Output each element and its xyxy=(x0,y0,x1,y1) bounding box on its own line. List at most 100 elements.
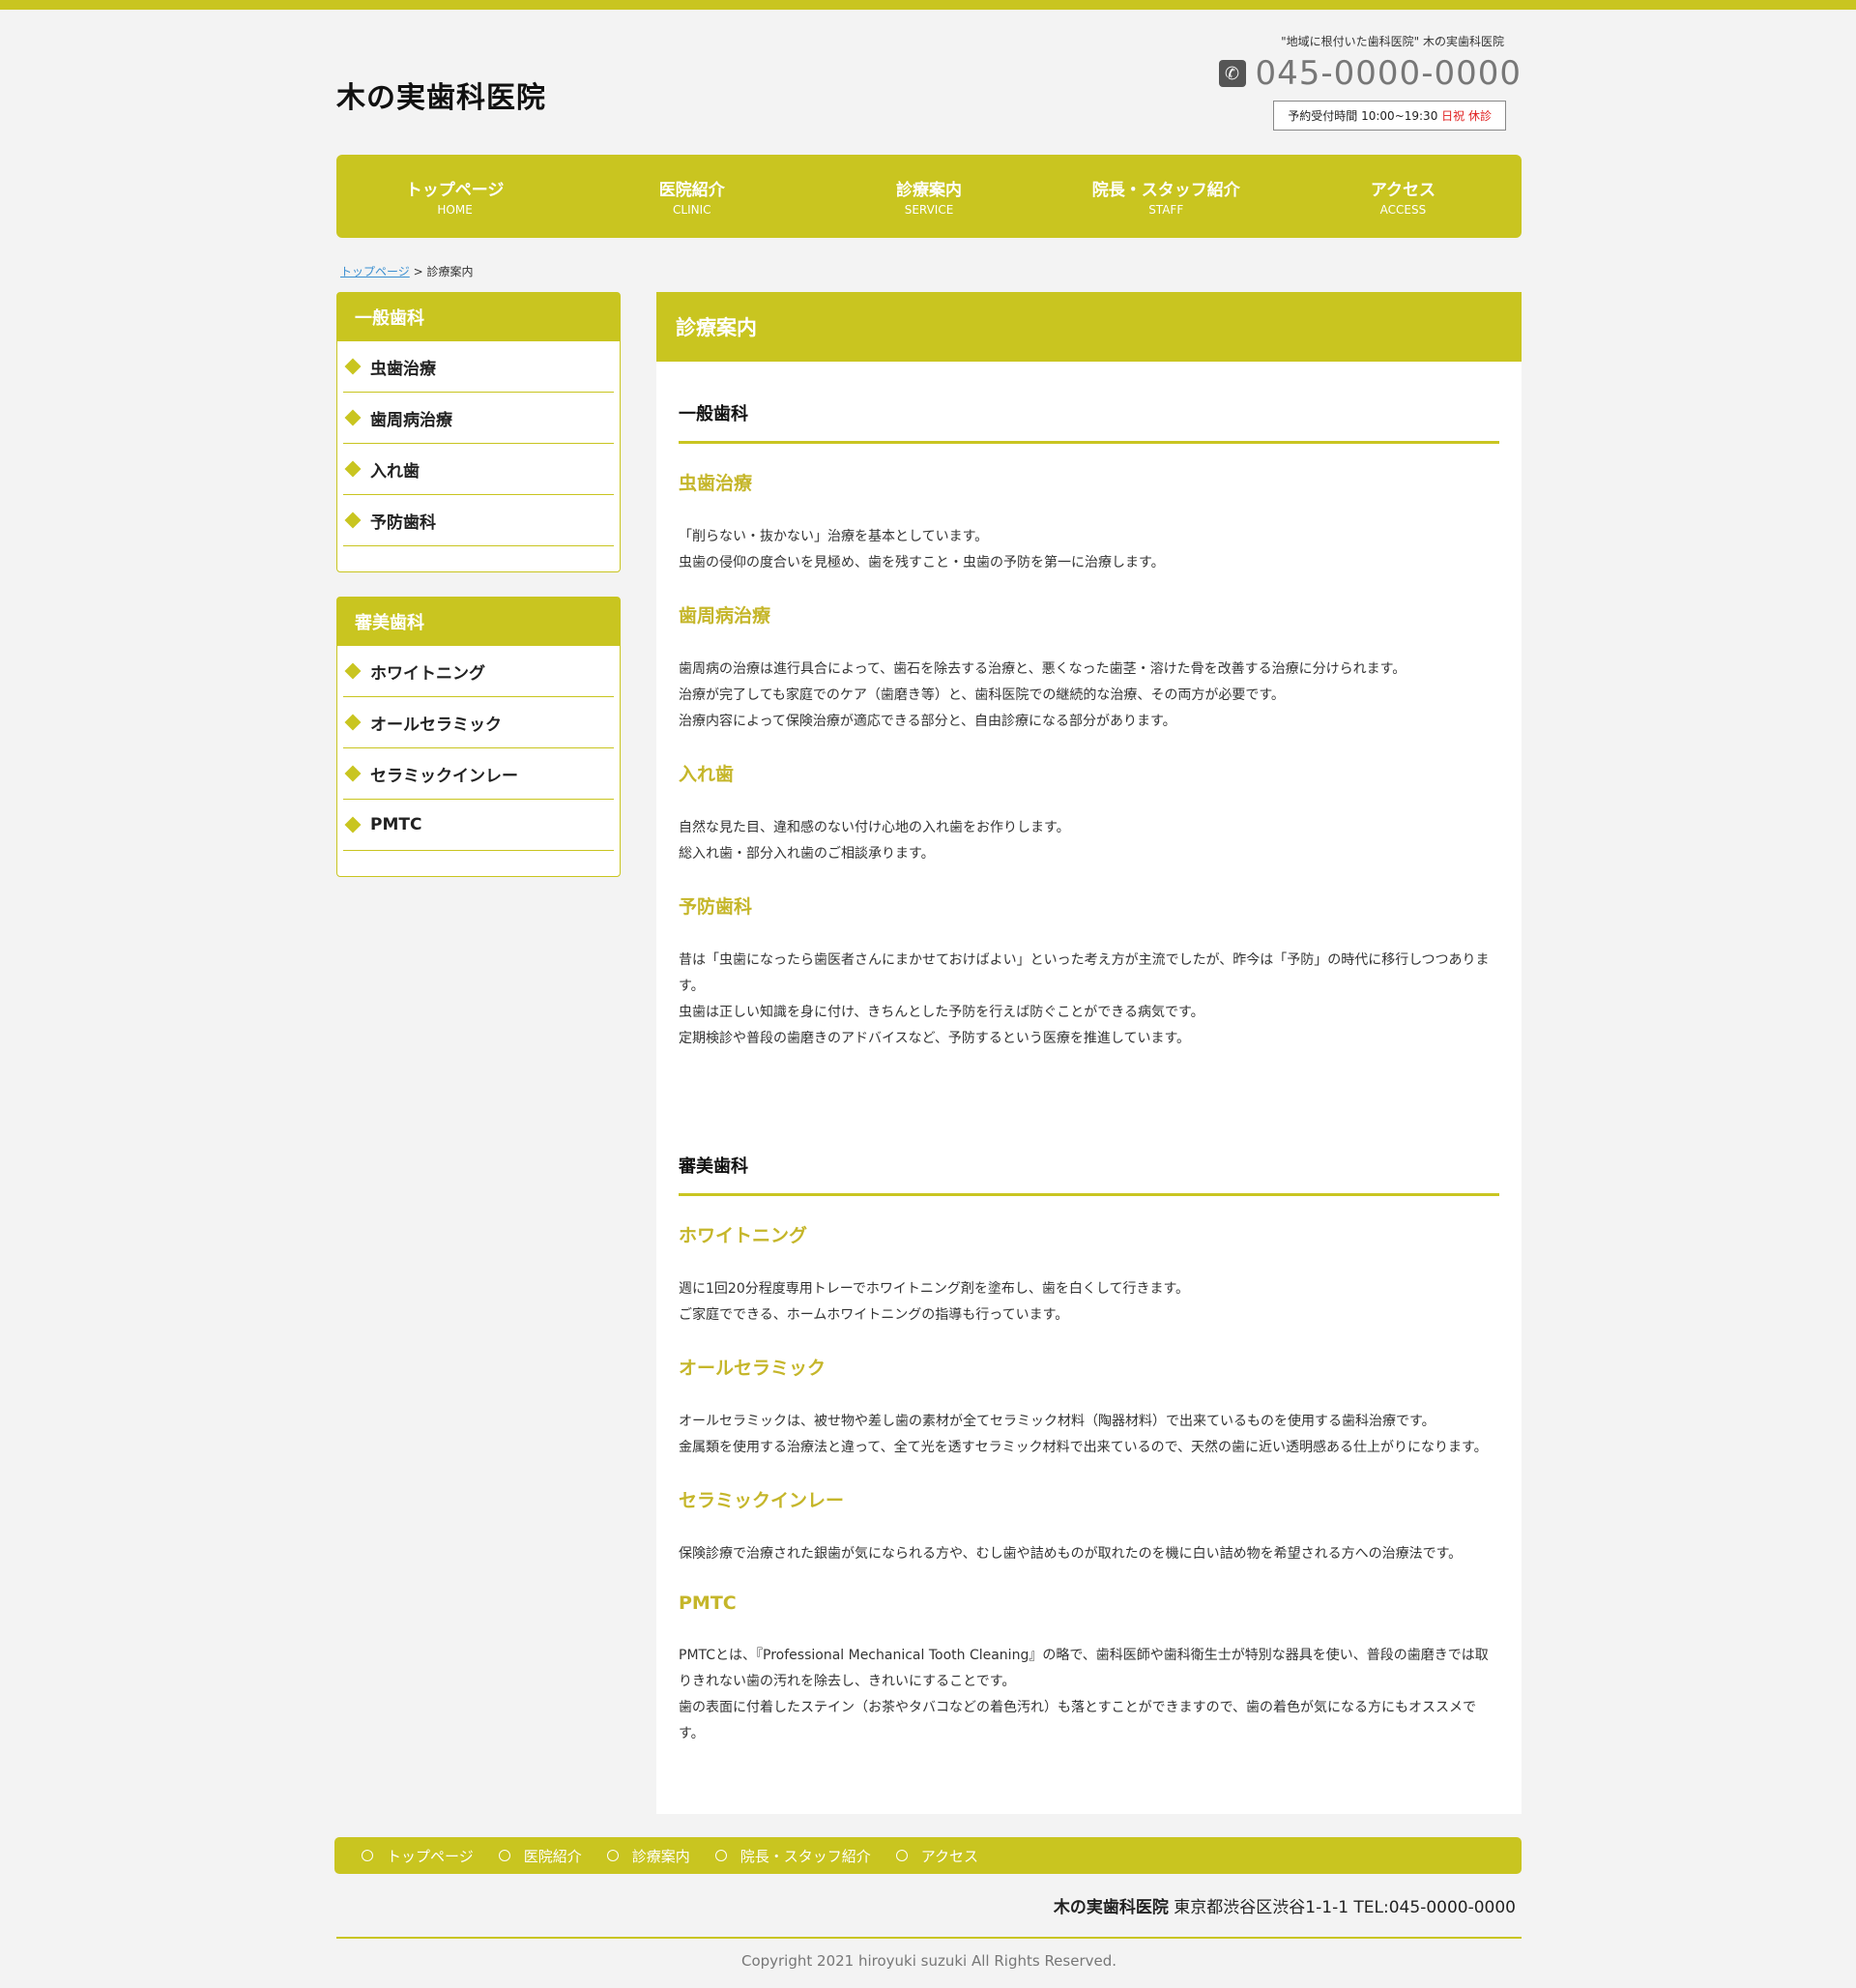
subsection-text: 自然な見た目、違和感のない付け心地の入れ歯をお作りします。 総入れ歯・部分入れ歯… xyxy=(679,815,1499,867)
site-title[interactable]: 木の実歯科医院 xyxy=(336,73,546,116)
diamond-bullet-icon xyxy=(344,512,362,529)
sidebar-item-label: 予防歯科 xyxy=(370,512,436,533)
sidebar-item-denture[interactable]: 入れ歯 xyxy=(343,444,614,495)
subsection-text: 週に1回20分程度専用トレーでホワイトニング剤を塗布し、歯を白くして行きます。 … xyxy=(679,1276,1499,1329)
footer-nav-label: トップページ xyxy=(387,1847,474,1865)
footer-clinic-name: 木の実歯科医院 xyxy=(1053,1898,1169,1917)
diamond-bullet-icon xyxy=(344,358,362,375)
sidebar-item-label: 虫歯治療 xyxy=(370,359,436,379)
footer-nav-clinic[interactable]: 医院紹介 xyxy=(498,1846,582,1866)
text-line: 虫歯は正しい知識を身に付け、きちんとした予防を行えば防ぐことができる病気です。 xyxy=(679,1005,1204,1020)
tagline: "地域に根付いた歯科医院" 木の実歯科医院 xyxy=(1281,35,1504,48)
footer-address-text: 東京都渋谷区渋谷1-1-1 TEL:045-0000-0000 xyxy=(1174,1898,1516,1917)
nav-label: 診療案内 xyxy=(896,181,962,200)
sidebar-item-whitening[interactable]: ホワイトニング xyxy=(343,646,614,697)
footer-divider xyxy=(336,1937,1522,1939)
subsection-title: 虫歯治療 xyxy=(679,473,753,494)
sidebar-item-label: オールセラミック xyxy=(370,715,502,735)
diamond-bullet-icon xyxy=(344,460,362,478)
nav-label: トップページ xyxy=(405,181,505,200)
nav-item-service[interactable]: 診療案内 SERVICE xyxy=(810,155,1047,238)
page-wrapper: 木の実歯科医院 "地域に根付いた歯科医院" 木の実歯科医院 ✆ 045-0000… xyxy=(334,0,1522,1970)
reception-hours: 予約受付時間 10:00~19:30 日祝 休診 xyxy=(1273,101,1506,131)
diamond-bullet-icon xyxy=(344,714,362,731)
subsection-title: オールセラミック xyxy=(679,1358,826,1379)
main-body: 一般歯科 虫歯治療 「削らない・抜かない」治療を基本としています。 虫歯の侵仰の… xyxy=(656,362,1522,1747)
text-line: 「削らない・抜かない」治療を基本としています。 xyxy=(679,529,989,544)
breadcrumb: トップページ > 診療案内 xyxy=(340,263,474,279)
breadcrumb-home-link[interactable]: トップページ xyxy=(340,265,410,278)
footer-nav-service[interactable]: 診療案内 xyxy=(606,1846,690,1866)
sidebar-general: 一般歯科 虫歯治療 歯周病治療 入れ歯 予防歯科 xyxy=(336,292,621,572)
text-line: 金属類を使用する治療法と違って、全て光を透すセラミック材料で出来ているので、天然… xyxy=(679,1440,1488,1455)
sidebar-list: ホワイトニング オールセラミック セラミックインレー PMTC xyxy=(337,646,620,876)
footer-nav-label: 院長・スタッフ紹介 xyxy=(740,1847,871,1865)
nav-sublabel: STAFF xyxy=(1148,203,1184,217)
subsection-title: 歯周病治療 xyxy=(679,605,771,627)
nav-item-home[interactable]: トップページ HOME xyxy=(336,155,573,238)
sidebar-item-label: 入れ歯 xyxy=(370,461,420,482)
text-line: 虫歯の侵仰の度合いを見極め、歯を残すこと・虫歯の予防を第一に治療します。 xyxy=(679,555,1165,570)
sidebar-item-label: セラミックインレー xyxy=(370,766,518,786)
page-title: 診療案内 xyxy=(656,292,1522,362)
subsection-title: ホワイトニング xyxy=(679,1225,808,1246)
text-line: 定期検診や普段の歯磨きのアドバイスなど、予防するという医療を推進しています。 xyxy=(679,1031,1191,1046)
sidebar-cosmetic: 審美歯科 ホワイトニング オールセラミック セラミックインレー PMTC xyxy=(336,597,621,877)
circle-bullet-icon xyxy=(606,1850,619,1861)
global-nav: トップページ HOME 医院紹介 CLINIC 診療案内 SERVICE 院長・… xyxy=(336,155,1522,238)
nav-item-access[interactable]: アクセス ACCESS xyxy=(1285,155,1522,238)
breadcrumb-separator: > xyxy=(413,265,423,278)
nav-label: アクセス xyxy=(1370,181,1436,200)
section-title-general: 一般歯科 xyxy=(679,362,1499,444)
phone-block: ✆ 045-0000-0000 xyxy=(1218,54,1522,93)
subsection-text: 歯周病の治療は進行具合によって、歯石を除去する治療と、悪くなった歯茎・溶けた骨を… xyxy=(679,657,1499,735)
text-line: 保険診療で治療された銀歯が気になられる方や、むし歯や詰めものが取れたのを機に白い… xyxy=(679,1546,1463,1562)
text-line: 歯の表面に付着したステイン（お茶やタバコなどの着色汚れ）も落とすことができますの… xyxy=(679,1700,1477,1741)
circle-bullet-icon xyxy=(895,1850,908,1861)
diamond-bullet-icon xyxy=(344,662,362,680)
text-line: 治療内容によって保険治療が適応できる部分と、自由診療になる部分があります。 xyxy=(679,714,1176,729)
sidebar-item-ceramic-inlay[interactable]: セラミックインレー xyxy=(343,748,614,800)
footer-address: 木の実歯科医院 東京都渋谷区渋谷1-1-1 TEL:045-0000-0000 xyxy=(1054,1893,1516,1917)
nav-sublabel: SERVICE xyxy=(904,203,954,217)
hours-label: 予約受付時間 10:00~19:30 xyxy=(1288,109,1438,123)
phone-number[interactable]: 045-0000-0000 xyxy=(1256,54,1522,93)
nav-sublabel: ACCESS xyxy=(1379,203,1427,217)
sidebar-heading: 一般歯科 xyxy=(337,293,620,341)
text-line: 週に1回20分程度専用トレーでホワイトニング剤を塗布し、歯を白くして行きます。 xyxy=(679,1281,1190,1297)
footer-nav-home[interactable]: トップページ xyxy=(362,1846,474,1866)
sidebar-item-preventive[interactable]: 予防歯科 xyxy=(343,495,614,546)
footer-nav-access[interactable]: アクセス xyxy=(895,1846,979,1866)
sidebar-item-periodontal[interactable]: 歯周病治療 xyxy=(343,393,614,444)
circle-bullet-icon xyxy=(714,1850,727,1861)
subsection-title: 予防歯科 xyxy=(679,896,753,918)
sidebar-item-pmtc[interactable]: PMTC xyxy=(343,800,614,851)
nav-label: 院長・スタッフ紹介 xyxy=(1091,181,1240,200)
subsection-text: 昔は「虫歯になったら歯医者さんにまかせておけばよい」といった考え方が主流でしたが… xyxy=(679,948,1499,1052)
footer-nav-label: 医院紹介 xyxy=(523,1847,582,1865)
footer-nav-label: アクセス xyxy=(920,1847,979,1865)
sidebar-item-label: PMTC xyxy=(370,815,422,834)
text-line: 治療が完了しても家庭でのケア（歯磨き等）と、歯科医院での継続的な治療、その両方が… xyxy=(679,687,1285,703)
nav-item-clinic[interactable]: 医院紹介 CLINIC xyxy=(573,155,810,238)
subsection-text: PMTCとは、『Professional Mechanical Tooth Cl… xyxy=(679,1643,1499,1747)
sidebar-item-label: 歯周病治療 xyxy=(370,410,452,430)
subsection-title: セラミックインレー xyxy=(679,1490,845,1511)
nav-sublabel: CLINIC xyxy=(673,203,711,217)
subsection-title: PMTC xyxy=(679,1593,737,1614)
circle-bullet-icon xyxy=(498,1850,510,1861)
diamond-bullet-icon xyxy=(344,409,362,426)
text-line: 総入れ歯・部分入れ歯のご相談承ります。 xyxy=(679,846,935,862)
site-header: 木の実歯科医院 "地域に根付いた歯科医院" 木の実歯科医院 ✆ 045-0000… xyxy=(336,0,1522,155)
text-line: PMTCとは、『Professional Mechanical Tooth Cl… xyxy=(679,1648,1489,1689)
sidebar-item-caries[interactable]: 虫歯治療 xyxy=(343,341,614,393)
nav-item-staff[interactable]: 院長・スタッフ紹介 STAFF xyxy=(1048,155,1285,238)
sidebar-item-all-ceramic[interactable]: オールセラミック xyxy=(343,697,614,748)
text-line: 歯周病の治療は進行具合によって、歯石を除去する治療と、悪くなった歯茎・溶けた骨を… xyxy=(679,661,1406,677)
main-content: 診療案内 一般歯科 虫歯治療 「削らない・抜かない」治療を基本としています。 虫… xyxy=(656,292,1522,1814)
phone-icon: ✆ xyxy=(1218,60,1246,87)
diamond-bullet-icon xyxy=(344,765,362,782)
text-line: ご家庭でできる、ホームホワイトニングの指導も行っています。 xyxy=(679,1307,1069,1323)
nav-sublabel: HOME xyxy=(437,203,473,217)
footer-nav-staff[interactable]: 院長・スタッフ紹介 xyxy=(714,1846,871,1866)
